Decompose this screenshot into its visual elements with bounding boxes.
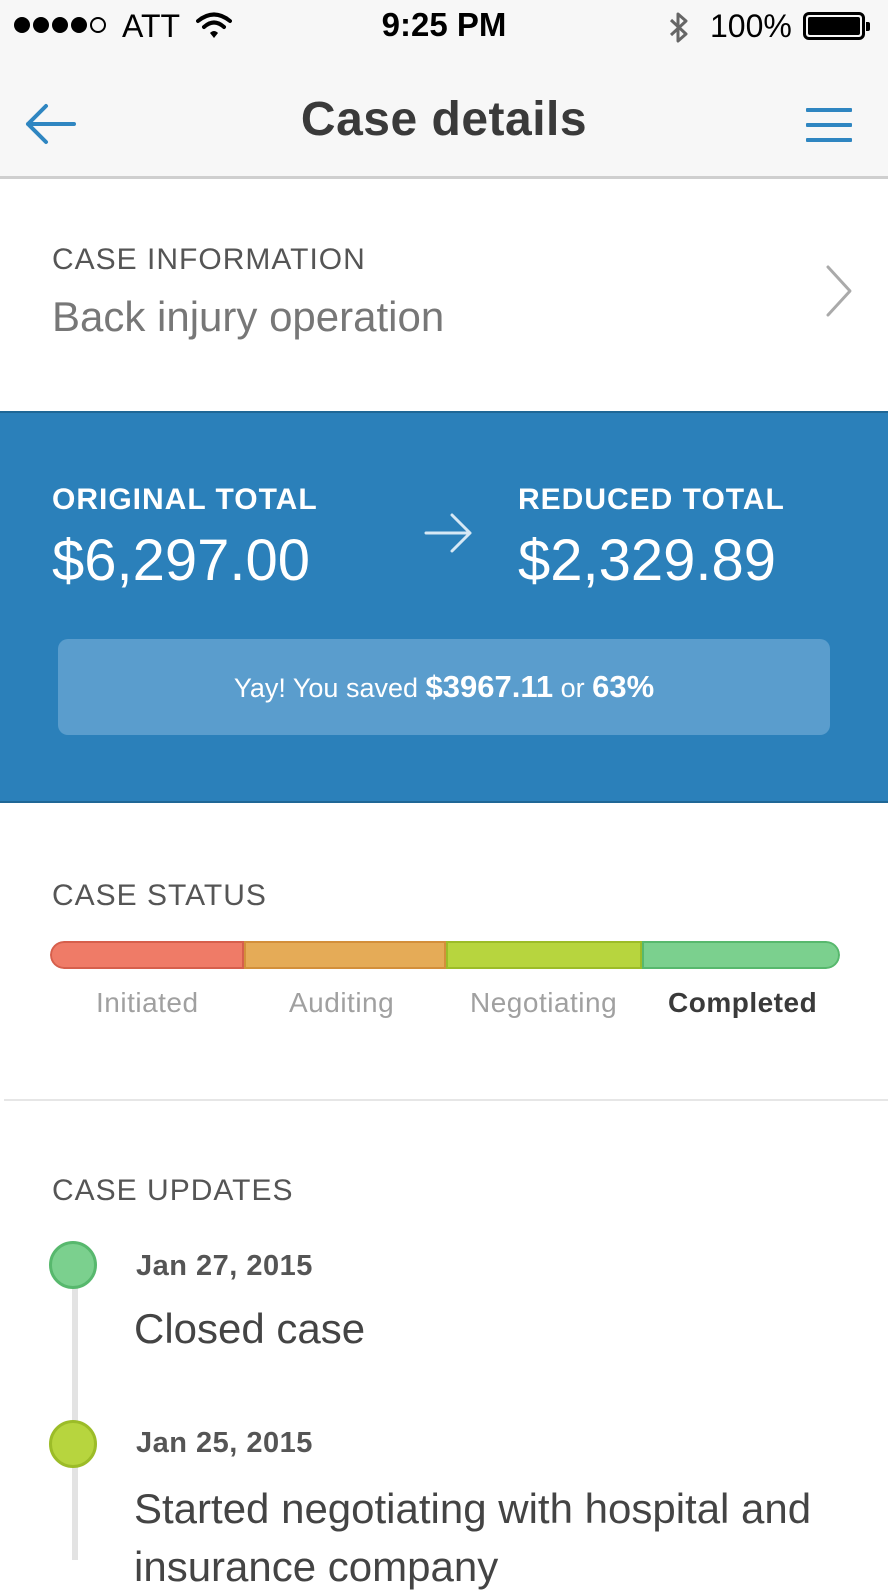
stage-label-initiated: Initiated <box>96 987 199 1018</box>
status-progress-bar <box>50 941 840 969</box>
arrow-right-icon <box>424 513 472 553</box>
update-date: Jan 27, 2015 <box>136 1250 313 1282</box>
update-text: Started negotiating with hospital and in… <box>134 1485 812 1590</box>
menu-button[interactable] <box>806 108 852 144</box>
savings-banner: Yay! You saved $3967.11 or 63% <box>58 639 830 735</box>
case-information-row[interactable]: CASE INFORMATION Back injury operation <box>0 179 888 411</box>
bluetooth-icon <box>666 10 692 51</box>
stage-label-auditing: Auditing <box>289 987 395 1018</box>
case-information-label: CASE INFORMATION <box>52 243 366 276</box>
page-title: Case details <box>300 93 588 146</box>
status-bar: ATT 9:25 PM 100% <box>0 0 888 56</box>
stage-label-negotiating: Negotiating <box>470 987 618 1018</box>
timeline-dot <box>49 1241 97 1289</box>
case-updates-label: CASE UPDATES <box>52 1174 294 1207</box>
update-date: Jan 25, 2015 <box>136 1427 313 1459</box>
progress-segment-auditing <box>244 941 446 969</box>
progress-segment-negotiating <box>446 941 642 969</box>
savings-amount: $3967.11 <box>425 669 554 704</box>
update-text: Closed case <box>134 1305 366 1352</box>
progress-segment-initiated <box>50 941 244 969</box>
case-status-section: CASE STATUS Initiated Auditing Negotiati… <box>0 803 888 1101</box>
progress-segment-completed <box>642 941 840 969</box>
case-information-value: Back injury operation <box>52 293 445 340</box>
nav-bar: Case details <box>0 56 888 179</box>
original-total-value: $6,297.00 <box>52 528 311 593</box>
battery-percent: 100% <box>710 8 792 44</box>
timeline-dot <box>49 1420 97 1468</box>
section-divider <box>4 1099 888 1101</box>
savings-percent: 63% <box>592 669 655 704</box>
chevron-right-icon <box>826 265 852 317</box>
hamburger-menu-icon <box>806 108 852 112</box>
timeline-line <box>72 1264 78 1560</box>
reduced-total-value: $2,329.89 <box>518 528 777 593</box>
case-status-label: CASE STATUS <box>52 879 267 912</box>
original-total-label: ORIGINAL TOTAL <box>52 483 318 516</box>
totals-panel: ORIGINAL TOTAL $6,297.00 REDUCED TOTAL $… <box>0 411 888 803</box>
savings-prefix: Yay! You saved <box>233 673 426 703</box>
reduced-total-label: REDUCED TOTAL <box>518 483 785 516</box>
savings-connector: or <box>553 673 593 703</box>
stage-label-completed: Completed <box>668 987 818 1018</box>
battery-icon <box>803 12 870 40</box>
